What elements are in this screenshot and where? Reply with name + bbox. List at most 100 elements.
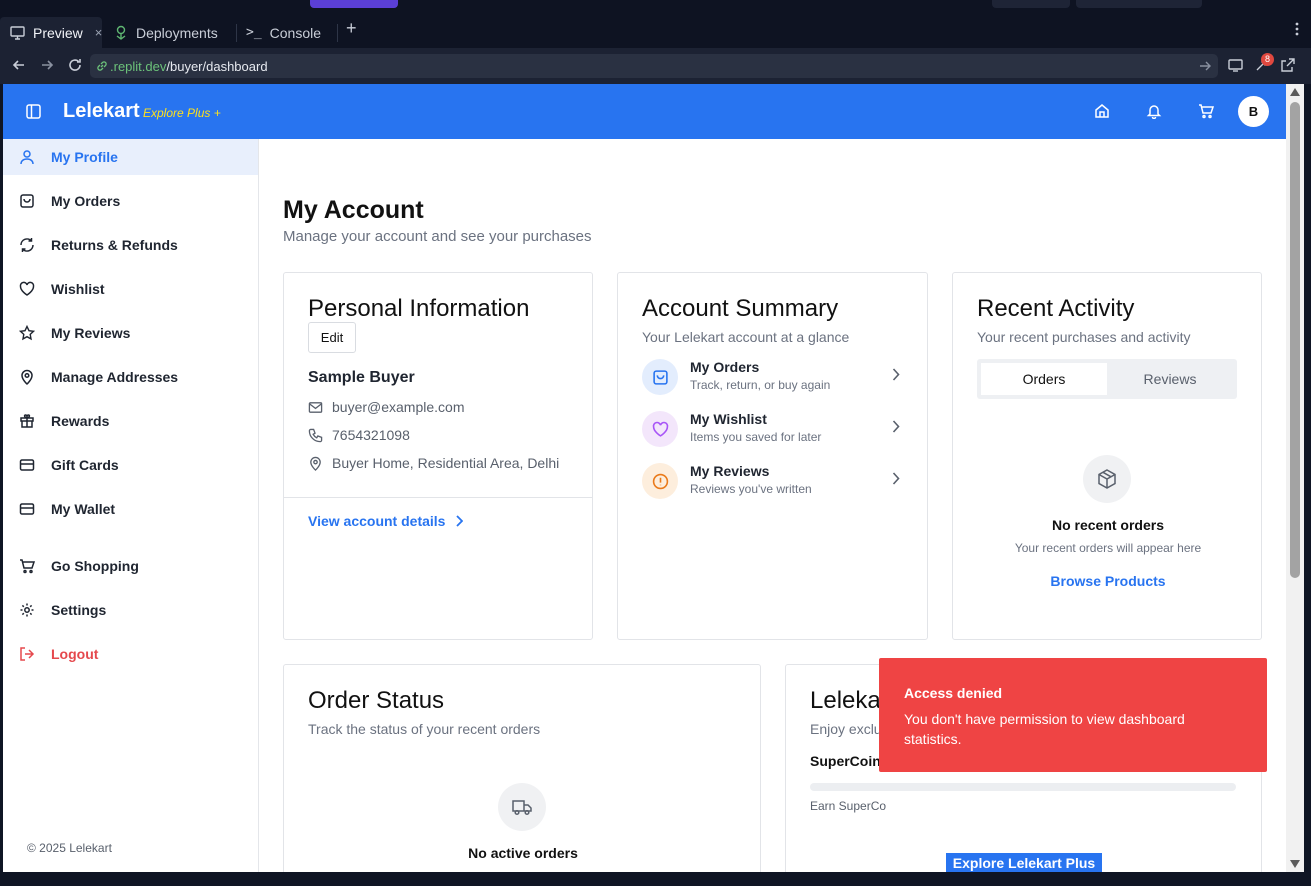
page-subtitle: Manage your account and see your purchas… (283, 228, 592, 245)
user-icon (19, 149, 35, 165)
error-toast[interactable]: Access denied You don't have permission … (879, 658, 1267, 772)
view-account-details-link[interactable]: View account details (308, 513, 464, 529)
summary-row-desc: Reviews you've written (690, 482, 812, 496)
sidebar-item-my-profile[interactable]: My Profile (3, 139, 258, 175)
top-pill (992, 0, 1070, 8)
open-external-icon[interactable] (1280, 57, 1296, 73)
sidebar-item-my-reviews[interactable]: My Reviews (3, 315, 258, 351)
notification-count-badge: 8 (1261, 53, 1274, 66)
reload-icon[interactable] (67, 57, 83, 73)
url-host: .replit.dev (110, 58, 167, 74)
summary-row-orders[interactable]: My Orders Track, return, or buy again (642, 357, 900, 397)
avatar[interactable]: B (1238, 96, 1269, 127)
scrollbar-thumb[interactable] (1290, 102, 1300, 578)
summary-row-desc: Items you saved for later (690, 430, 822, 444)
scroll-up-arrow[interactable] (1290, 88, 1300, 96)
browse-products-link[interactable]: Browse Products (953, 573, 1263, 589)
tab-reviews[interactable]: Reviews (1107, 363, 1233, 395)
supercoins-label: SuperCoins (810, 753, 889, 769)
tab-label: Console (269, 24, 322, 41)
sidebar-item-gift-cards[interactable]: Gift Cards (3, 447, 258, 483)
gear-icon (19, 602, 35, 618)
card-title: Order Status (308, 687, 445, 714)
cart-icon (19, 558, 35, 574)
chevron-right-icon (892, 368, 900, 381)
toast-message: You don't have permission to view dashbo… (904, 711, 1185, 747)
sidebar-item-rewards[interactable]: Rewards (3, 403, 258, 439)
account-summary-card: Account Summary Your Lelekart account at… (617, 272, 928, 640)
sidebar-item-returns-refunds[interactable]: Returns & Refunds (3, 227, 258, 263)
bell-icon[interactable] (1146, 103, 1162, 119)
page-title: My Account (283, 196, 424, 224)
phone-icon (308, 428, 323, 443)
tab-preview[interactable]: Preview × (0, 17, 102, 48)
mail-icon (308, 400, 323, 415)
new-tab-button[interactable]: + (346, 19, 357, 37)
summary-row-reviews[interactable]: My Reviews Reviews you've written (642, 461, 900, 501)
sidebar-toggle-icon[interactable] (26, 104, 41, 119)
phone-row: 7654321098 (308, 427, 410, 443)
top-pill (1076, 0, 1202, 8)
brand-tagline[interactable]: Explore Plus + (143, 106, 221, 120)
tab-label: Preview (33, 24, 83, 41)
tab-orders[interactable]: Orders (981, 363, 1107, 395)
devices-icon[interactable] (1228, 57, 1244, 73)
monitor-icon (10, 25, 25, 40)
sidebar-item-label: Wishlist (51, 281, 105, 297)
user-name: Sample Buyer (308, 369, 415, 386)
supercoins-description: Earn SuperCo (810, 799, 887, 813)
link-label: View account details (308, 513, 446, 529)
toast-title: Access denied (904, 685, 1003, 701)
sidebar-item-label: Go Shopping (51, 558, 139, 574)
shopping-bag-icon (642, 359, 678, 395)
page-scrollbar[interactable] (1286, 84, 1304, 872)
tab-console[interactable]: >_ Console (236, 17, 336, 48)
map-pin-icon (308, 456, 323, 471)
sidebar-item-go-shopping[interactable]: Go Shopping (3, 548, 258, 584)
address-bar[interactable]: .replit.dev/buyer/dashboard (90, 54, 1218, 78)
cart-icon[interactable] (1198, 103, 1214, 119)
truck-icon (498, 783, 546, 831)
tab-deployments[interactable]: Deployments (104, 17, 234, 48)
copyright: © 2025 Lelekart (27, 841, 112, 855)
sidebar-item-wishlist[interactable]: Wishlist (3, 271, 258, 307)
email-row: buyer@example.com (308, 399, 465, 415)
tab-label: Deployments (136, 24, 218, 41)
edit-button[interactable]: Edit (308, 322, 356, 353)
sidebar-item-manage-addresses[interactable]: Manage Addresses (3, 359, 258, 395)
brand-logo[interactable]: Lelekart (63, 100, 140, 123)
summary-row-title: My Reviews (690, 463, 770, 479)
summary-row-title: My Wishlist (690, 411, 767, 427)
sidebar-item-my-wallet[interactable]: My Wallet (3, 491, 258, 527)
go-icon[interactable] (1198, 59, 1212, 73)
home-icon[interactable] (1094, 103, 1110, 119)
sidebar-item-label: My Orders (51, 193, 121, 209)
sidebar-item-label: My Profile (51, 149, 118, 165)
scroll-down-arrow[interactable] (1290, 860, 1300, 868)
card-subtitle: Your Lelekart account at a glance (642, 329, 850, 345)
sidebar-item-label: My Reviews (51, 325, 131, 341)
divider (284, 497, 592, 498)
summary-row-wishlist[interactable]: My Wishlist Items you saved for later (642, 409, 900, 449)
card-subtitle: Your recent purchases and activity (977, 329, 1191, 345)
tab-separator (337, 24, 338, 42)
more-options-icon[interactable] (1295, 22, 1299, 36)
sidebar-item-label: My Wallet (51, 501, 116, 517)
sidebar-item-my-orders[interactable]: My Orders (3, 183, 258, 219)
empty-state-title: No recent orders (1051, 517, 1165, 533)
summary-row-desc: Track, return, or buy again (690, 378, 831, 392)
chevron-right-icon (455, 515, 464, 527)
gift-icon (19, 413, 35, 429)
heart-icon (642, 411, 678, 447)
explore-plus-button[interactable]: Explore Lelekart Plus (946, 853, 1102, 872)
sidebar-item-settings[interactable]: Settings (3, 592, 258, 628)
star-icon (19, 325, 35, 341)
close-icon[interactable]: × (95, 25, 103, 40)
sidebar-item-label: Gift Cards (51, 457, 119, 473)
address-text: Buyer Home, Residential Area, Delhi (332, 455, 560, 471)
back-icon[interactable] (11, 57, 27, 73)
alert-circle-icon (642, 463, 678, 499)
sidebar-item-logout[interactable]: Logout (3, 636, 258, 672)
forward-icon[interactable] (39, 57, 55, 73)
supercoins-progress (810, 783, 1236, 791)
